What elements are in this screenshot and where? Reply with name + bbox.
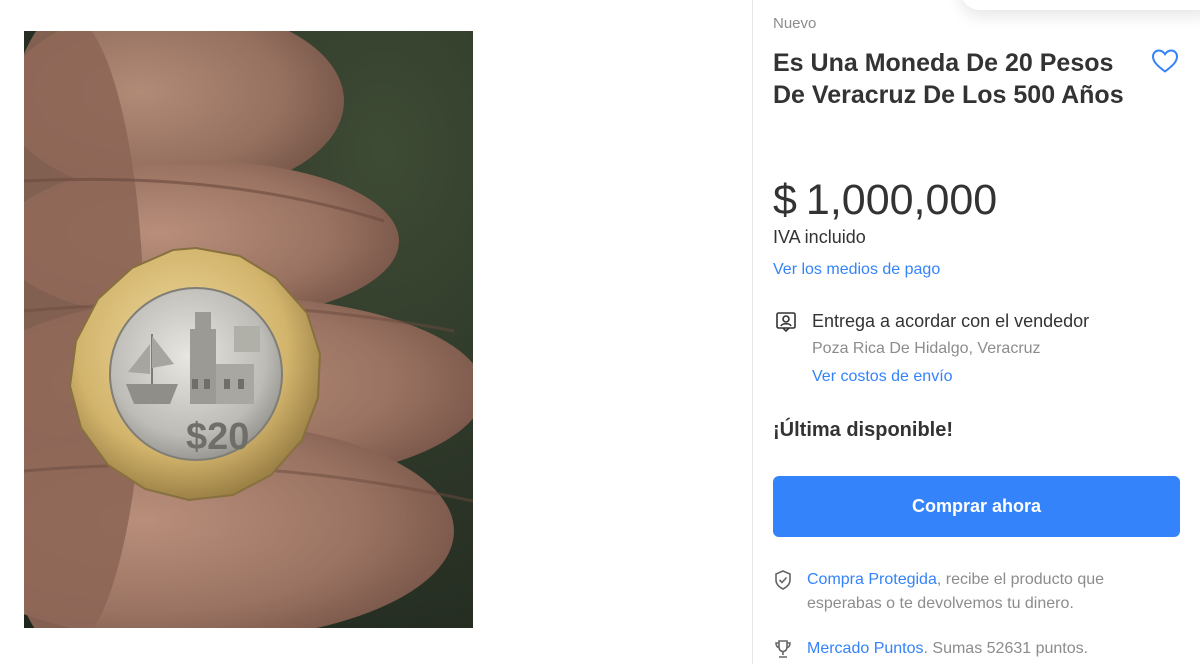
tax-note: IVA incluido (773, 227, 866, 247)
price-currency: $ (773, 176, 797, 224)
column-divider (752, 0, 753, 664)
seller-location: Poza Rica De Hidalgo, Veracruz (812, 340, 1041, 357)
price-amount: 1,000,000 (805, 176, 998, 224)
payment-methods-link[interactable]: Ver los medios de pago (773, 261, 940, 279)
item-condition: Nuevo (773, 15, 817, 32)
product-photo[interactable]: $20 (24, 31, 473, 628)
buy-now-button[interactable]: Comprar ahora (773, 476, 1180, 537)
shield-check-icon (773, 569, 793, 599)
person-card-icon (775, 311, 797, 338)
buy-box: Nuevo Es Una Moneda De 20 Pesos De Verac… (773, 0, 1183, 664)
heart-outline-icon (1151, 49, 1179, 73)
protected-purchase-link[interactable]: Compra Protegida (807, 571, 937, 588)
price: $ 1,000,000 (773, 173, 997, 227)
image-gallery: $20 (0, 0, 752, 664)
stock-status: ¡Última disponible! (773, 419, 953, 441)
favorite-button[interactable] (1150, 47, 1180, 75)
coin-value-text: $20 (186, 416, 249, 458)
coin-photo-illustration: $20 (24, 31, 473, 628)
shipping-costs-link[interactable]: Ver costos de envío (812, 368, 953, 386)
delivery-title: Entrega a acordar con el vendedor (812, 311, 1090, 331)
product-title: Es Una Moneda De 20 Pesos De Veracruz De… (773, 49, 1124, 109)
trophy-icon (773, 638, 793, 664)
mercado-points-link[interactable]: Mercado Puntos (807, 640, 924, 657)
mercado-points-text: . Sumas 52631 puntos. (923, 640, 1089, 657)
